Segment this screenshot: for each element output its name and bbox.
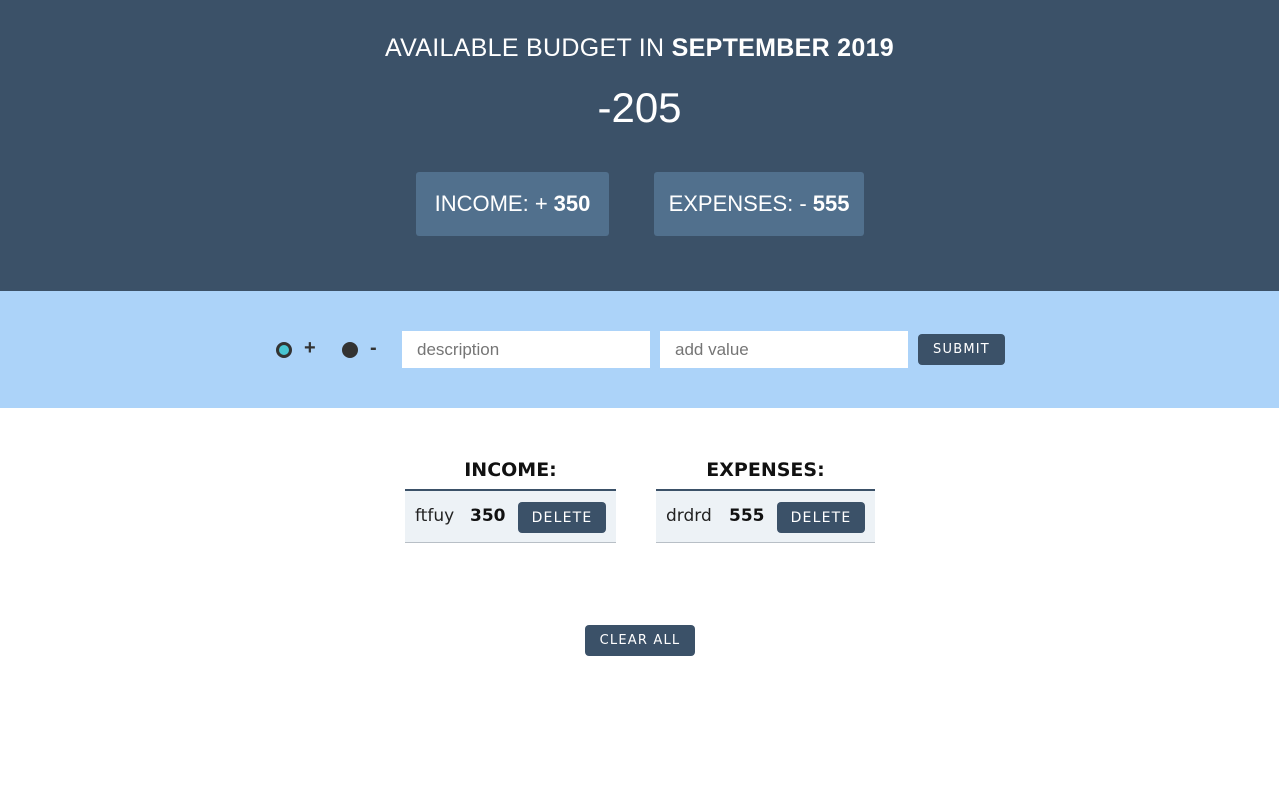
list-item: ftfuy 350 DELETE bbox=[405, 491, 616, 543]
income-summary-value: 350 bbox=[553, 191, 591, 216]
expenses-summary-label: EXPENSES: - bbox=[668, 191, 807, 216]
income-summary: INCOME: + 350 bbox=[416, 172, 609, 236]
budget-header: AVAILABLE BUDGET IN SEPTEMBER 2019 -205 … bbox=[0, 0, 1279, 291]
item-description: drdrd bbox=[666, 506, 712, 526]
item-value: 350 bbox=[470, 506, 506, 526]
income-list: INCOME: ftfuy 350 DELETE bbox=[405, 455, 616, 543]
budget-title-month: SEPTEMBER 2019 bbox=[671, 34, 894, 62]
expenses-list: EXPENSES: drdrd 555 DELETE bbox=[656, 455, 875, 543]
delete-button[interactable]: DELETE bbox=[518, 502, 606, 533]
expenses-summary: EXPENSES: - 555 bbox=[654, 172, 864, 236]
list-item: drdrd 555 DELETE bbox=[656, 491, 875, 543]
expenses-summary-value: 555 bbox=[812, 191, 850, 216]
description-input[interactable] bbox=[402, 331, 650, 368]
submit-button[interactable]: SUBMIT bbox=[918, 334, 1005, 365]
available-budget-value: -205 bbox=[597, 84, 682, 131]
expenses-list-title: EXPENSES: bbox=[656, 455, 875, 491]
value-input[interactable] bbox=[660, 331, 908, 368]
expense-type-label: - bbox=[370, 337, 377, 359]
expense-type-radio[interactable] bbox=[342, 342, 358, 358]
item-description: ftfuy bbox=[415, 506, 455, 526]
budget-title: AVAILABLE BUDGET IN SEPTEMBER 2019 bbox=[0, 34, 1279, 63]
item-value: 555 bbox=[729, 506, 765, 526]
income-type-radio[interactable] bbox=[276, 342, 292, 358]
income-summary-label: INCOME: + bbox=[434, 191, 548, 216]
budget-title-prefix: AVAILABLE BUDGET IN bbox=[385, 34, 665, 62]
income-type-label: + bbox=[304, 337, 316, 359]
income-list-title: INCOME: bbox=[405, 455, 616, 491]
delete-button[interactable]: DELETE bbox=[777, 502, 865, 533]
clear-all-button[interactable]: CLEAR ALL bbox=[585, 625, 695, 656]
